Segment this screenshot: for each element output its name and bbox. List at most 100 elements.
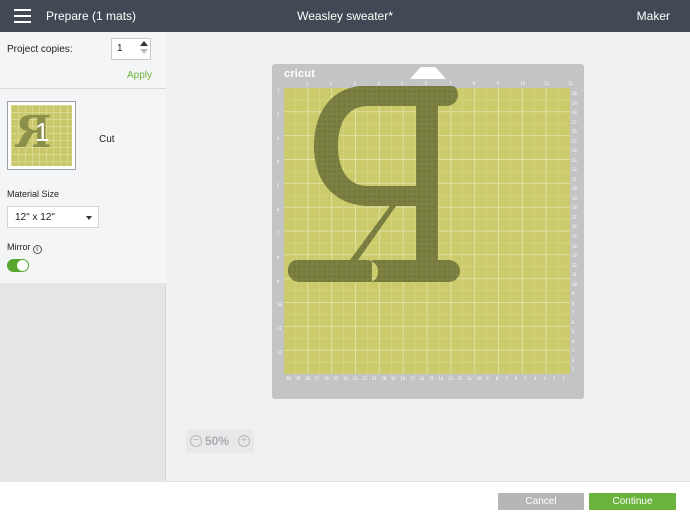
ruler-label: 10: [520, 81, 526, 86]
footer-bar: Cancel Continue: [0, 481, 690, 518]
ruler-label: 5: [401, 81, 404, 86]
continue-button[interactable]: Continue: [589, 493, 676, 510]
ruler-label: 5: [572, 329, 575, 335]
ruler-label: 24: [572, 148, 577, 154]
ruler-label: 11: [277, 326, 282, 332]
ruler-label: 13: [572, 253, 577, 259]
ruler-label: 9: [572, 291, 575, 297]
ruler-label: 27: [572, 119, 577, 125]
ruler-label: 11: [544, 81, 549, 86]
ruler-label: 23: [352, 376, 358, 381]
ruler-label: 1: [305, 81, 309, 86]
ruler-label: 20: [381, 376, 387, 381]
ruler-label: 5: [277, 183, 280, 189]
ruler-label: 3: [277, 135, 280, 141]
stepper-down-icon[interactable]: [140, 49, 148, 54]
ruler-label: 30: [572, 91, 577, 96]
toggle-knob: [17, 260, 28, 271]
mirror-toggle[interactable]: [7, 259, 29, 272]
zoom-in-icon[interactable]: +: [238, 435, 250, 447]
ruler-label: 28: [572, 110, 577, 116]
ruler-label: 10: [277, 302, 282, 308]
material-size-select[interactable]: 12" x 12": [7, 206, 99, 228]
ruler-label: 18: [572, 205, 577, 211]
ruler-label: 22: [572, 167, 577, 173]
apply-button[interactable]: Apply: [127, 70, 152, 81]
project-copies-label: Project copies:: [7, 44, 73, 55]
ruler-label: 23: [572, 157, 577, 163]
ruler-label: 26: [572, 129, 577, 135]
copies-stepper[interactable]: [139, 40, 149, 58]
ruler-label: 6: [425, 81, 428, 86]
hamburger-icon[interactable]: [14, 9, 32, 23]
ruler-label: 7: [572, 310, 575, 316]
ruler-label: 3: [572, 348, 575, 354]
ruler-label: 13: [448, 376, 453, 381]
ruler-label: 11: [572, 272, 577, 278]
ruler-label: 18: [400, 376, 406, 381]
ruler-label: 4: [533, 376, 537, 381]
mat-action-label: Cut: [99, 134, 115, 145]
ruler-label: 4: [277, 159, 280, 165]
mirror-label: Mirror i: [7, 242, 42, 254]
ruler-label: 25: [333, 376, 339, 381]
zoom-out-icon[interactable]: −: [190, 435, 202, 447]
ruler-label: 24: [343, 376, 349, 381]
ruler-label: 6: [514, 376, 518, 381]
ruler-label: 29: [295, 376, 301, 381]
ruler-label: 4: [377, 81, 380, 86]
ruler-label: 7: [505, 376, 508, 381]
ruler-label: 3: [543, 376, 546, 381]
mat-sidebar: Project copies: 1 Apply R 1 Cut Material…: [0, 32, 166, 518]
ruler-label: 14: [572, 243, 577, 249]
ruler-label: 2: [277, 111, 280, 117]
machine-selector[interactable]: Maker: [637, 9, 670, 23]
mat-list-panel: R 1 Cut Material Size 12" x 12" Mirror i: [0, 89, 166, 283]
cutting-mat: cricut 1 2 3 4 5 6 7 8 9 10 11 12 1 2 3 4 5 6 7 8 9 10 11 12 3…: [272, 64, 584, 399]
info-icon[interactable]: i: [32, 245, 42, 254]
project-copies-panel: Project copies: 1 Apply: [0, 32, 166, 89]
ruler-label: 10: [572, 281, 577, 287]
ruler-label: 12: [572, 262, 577, 268]
ruler-label: 7: [448, 81, 452, 86]
mat-svg: [284, 86, 570, 374]
ruler-label: 12: [277, 350, 282, 355]
ruler-label: 8: [572, 300, 575, 306]
ruler-label: 2: [329, 81, 333, 86]
ruler-label: 8: [277, 254, 280, 260]
ruler-label: 8: [472, 81, 476, 86]
ruler-label: 28: [305, 376, 310, 381]
ruler-label: 17: [409, 376, 415, 381]
ruler-label: 9: [277, 278, 280, 284]
ruler-label: 4: [572, 338, 575, 344]
ruler-label: 15: [572, 234, 577, 239]
ruler-label: 6: [572, 319, 575, 325]
mat-thumbnail-preview: R 1: [11, 105, 72, 166]
ruler-label: 22: [362, 376, 368, 381]
ruler-label: 1: [277, 87, 280, 93]
ruler-label: 30: [286, 376, 291, 381]
caret-down-icon: [86, 216, 92, 220]
cancel-button[interactable]: Cancel: [498, 493, 584, 510]
ruler-label: 1: [562, 376, 565, 381]
ruler-label: 26: [324, 376, 329, 381]
ruler-label: 12: [457, 376, 463, 381]
ruler-label: 3: [353, 81, 356, 86]
ruler-label: 16: [419, 376, 425, 381]
ruler-label: 10: [476, 376, 482, 381]
ruler-label: 12: [568, 81, 573, 86]
ruler-label: 17: [572, 214, 577, 220]
stepper-up-icon[interactable]: [140, 41, 148, 46]
ruler-label: 6: [277, 207, 280, 212]
ruler-label: 21: [572, 176, 577, 182]
ruler-label: 5: [524, 376, 527, 381]
ruler-label: 11: [467, 376, 472, 381]
mat-thumbnail[interactable]: R 1: [7, 101, 76, 170]
ruler-label: 2: [572, 357, 575, 363]
ruler-label: 20: [572, 186, 577, 192]
mirror-label-text: Mirror: [7, 242, 31, 252]
prepare-title: Prepare (1 mats): [46, 9, 137, 23]
ruler-label: 7: [277, 230, 280, 236]
ruler-label: 27: [314, 376, 320, 381]
ruler-label: 21: [371, 376, 377, 381]
